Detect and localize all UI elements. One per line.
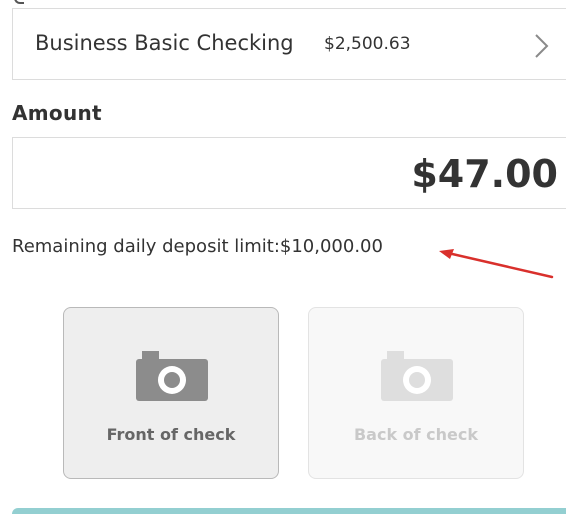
back-of-check-label: Back of check (353, 425, 479, 444)
amount-value: $47.00 (411, 152, 558, 196)
cut-off-label-fragment (14, 0, 28, 4)
chevron-right-icon (535, 34, 549, 58)
camera-icon (136, 351, 208, 401)
annotation-arrow-icon (439, 249, 554, 279)
account-name: Business Basic Checking (35, 31, 294, 55)
front-of-check-button[interactable]: Front of check (63, 307, 279, 479)
back-of-check-button[interactable]: Back of check (308, 307, 524, 479)
camera-icon (381, 351, 453, 401)
deposit-limit-text: Remaining daily deposit limit:$10,000.00 (12, 236, 383, 257)
submit-button[interactable] (12, 508, 566, 514)
amount-field[interactable]: $47.00 (12, 137, 566, 209)
mobile-deposit-screen: Business Basic Checking $2,500.63 Amount… (0, 0, 566, 514)
cut-off-label (0, 0, 200, 4)
account-balance: $2,500.63 (324, 34, 411, 54)
account-selector[interactable]: Business Basic Checking $2,500.63 (12, 8, 566, 80)
amount-label: Amount (12, 101, 102, 125)
front-of-check-label: Front of check (106, 425, 236, 444)
